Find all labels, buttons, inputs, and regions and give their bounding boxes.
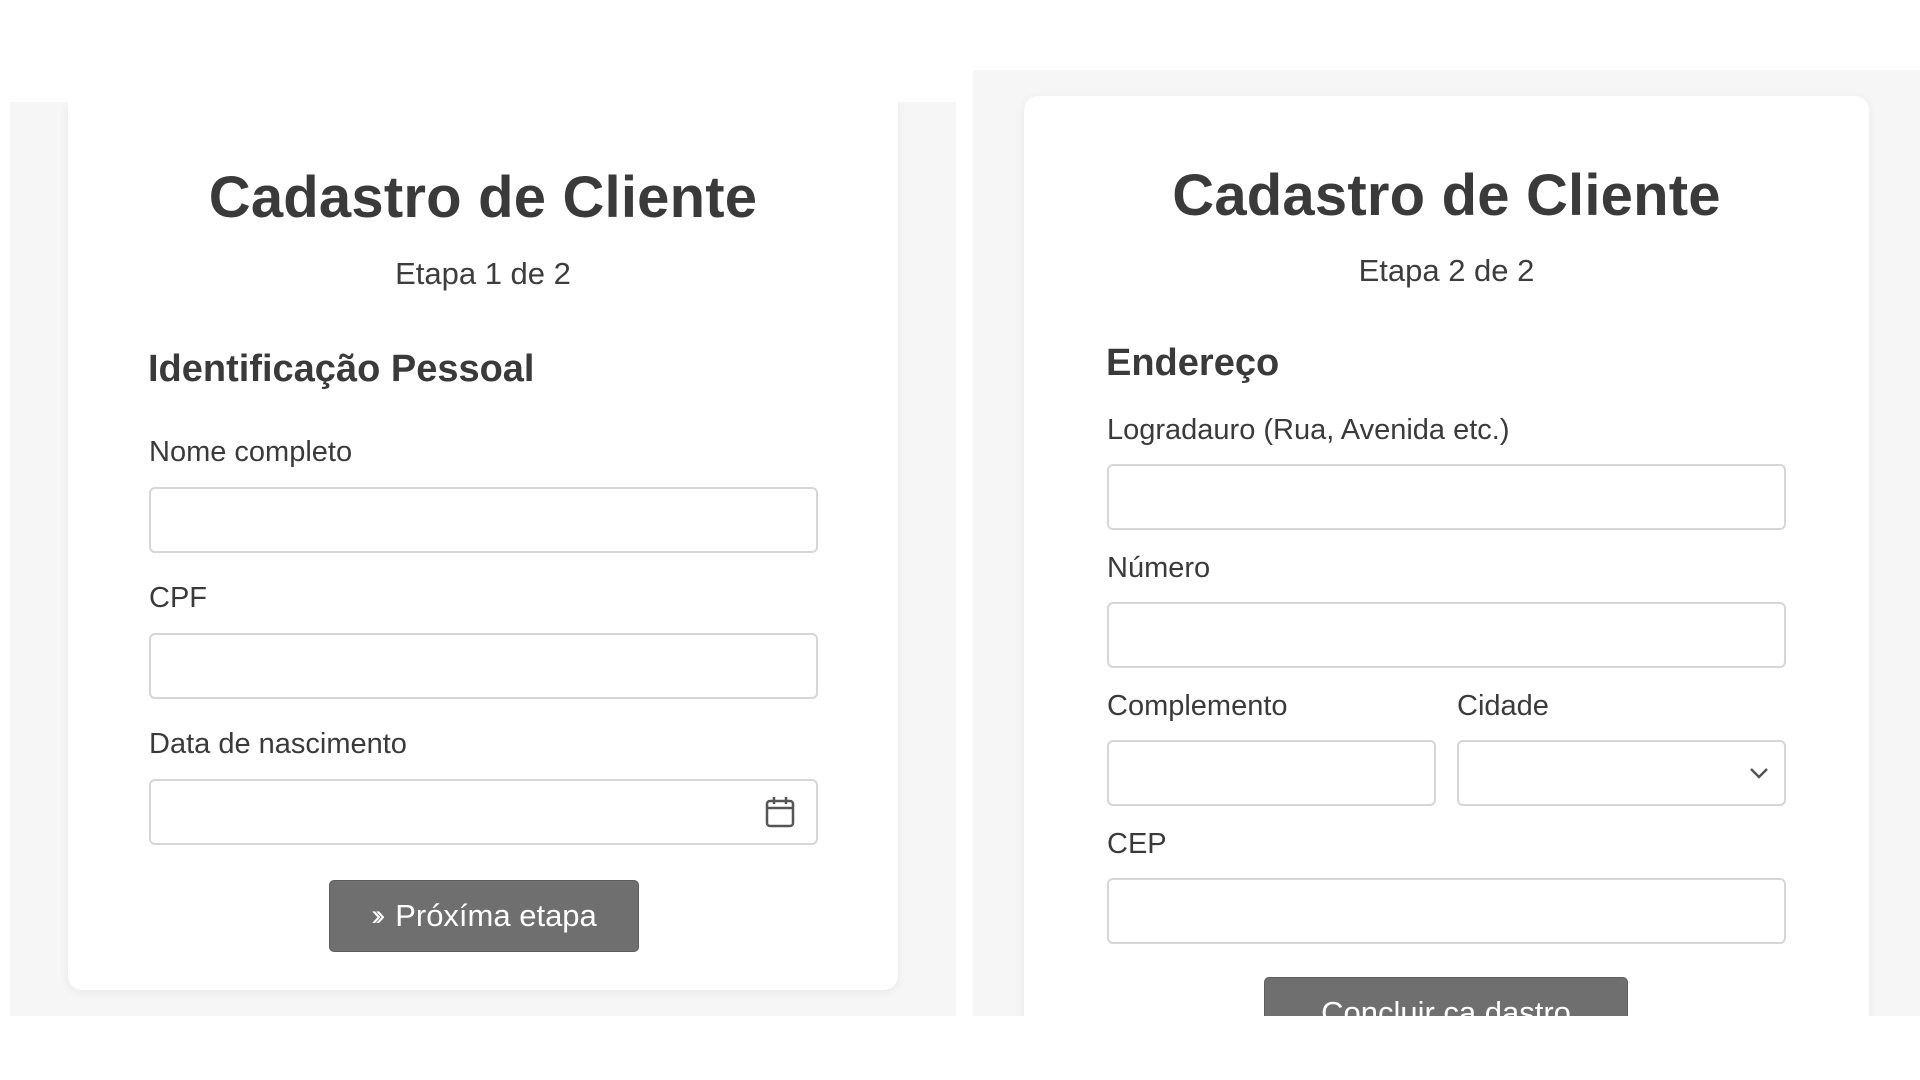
numero-input[interactable] bbox=[1107, 602, 1786, 668]
double-chevron-right-icon: ›› bbox=[371, 899, 385, 932]
page-title: Cadastro de Cliente bbox=[1172, 163, 1721, 228]
cidade-select[interactable] bbox=[1457, 740, 1786, 806]
calendar-icon[interactable] bbox=[765, 796, 795, 828]
screenshot-stage: Cadastro de Cliente Etapa 1 de 2 Identif… bbox=[0, 0, 1920, 1080]
chevron-down-icon bbox=[1750, 768, 1768, 779]
step2-panel: Cadastro de Cliente Etapa 2 de 2 Endereç… bbox=[973, 70, 1920, 1016]
complemento-label: Complemento bbox=[1107, 690, 1288, 722]
cep-label: CEP bbox=[1107, 828, 1167, 860]
next-step-button[interactable]: ›› Próxíma etapa bbox=[329, 880, 639, 952]
nome-input[interactable] bbox=[149, 487, 818, 553]
submit-button[interactable]: Concluir ca dastro bbox=[1264, 977, 1628, 1016]
page-title: Cadastro de Cliente bbox=[208, 165, 758, 230]
nascimento-label: Data de nascimento bbox=[149, 728, 407, 760]
step1-form-card: Cadastro de Cliente Etapa 1 de 2 Identif… bbox=[68, 102, 898, 990]
next-step-label: Próxíma etapa bbox=[395, 898, 597, 933]
step-indicator: Etapa 1 de 2 bbox=[395, 256, 571, 291]
cidade-label: Cidade bbox=[1457, 690, 1549, 722]
logradouro-input[interactable] bbox=[1107, 464, 1786, 530]
nascimento-input[interactable] bbox=[149, 779, 818, 845]
cpf-input[interactable] bbox=[149, 633, 818, 699]
numero-label: Número bbox=[1107, 552, 1211, 584]
step-indicator: Etapa 2 de 2 bbox=[1358, 253, 1535, 288]
submit-button-label: Concluir ca dastro bbox=[1321, 995, 1571, 1016]
step1-panel: Cadastro de Cliente Etapa 1 de 2 Identif… bbox=[10, 102, 956, 1016]
cep-input[interactable] bbox=[1107, 878, 1786, 944]
section-title-personal: Identificação Pessoal bbox=[148, 348, 535, 390]
logradouro-label: Logradauro (Rua, Avenida etc.) bbox=[1107, 414, 1510, 446]
nome-label: Nome completo bbox=[149, 436, 353, 468]
complemento-input[interactable] bbox=[1107, 740, 1436, 806]
cpf-label: CPF bbox=[149, 582, 207, 614]
step2-form-card: Cadastro de Cliente Etapa 2 de 2 Endereç… bbox=[1024, 96, 1869, 1016]
section-title-address: Endereço bbox=[1106, 342, 1280, 384]
